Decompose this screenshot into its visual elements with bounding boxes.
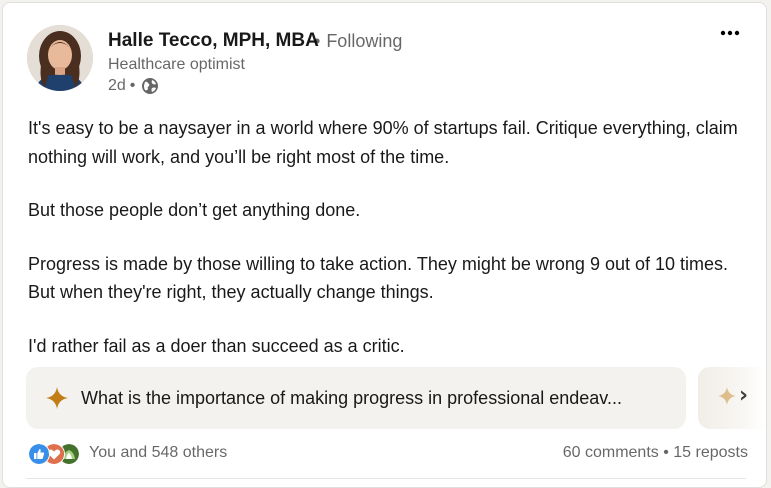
sparkle-icon — [718, 387, 736, 405]
post-more-options-button[interactable] — [716, 21, 744, 45]
globe-icon — [142, 78, 159, 94]
social-counts-bar: You and 548 others 60 comments • 15 repo… — [28, 440, 748, 468]
sparkle-icon — [46, 387, 68, 409]
engagement-counts: 60 comments • 15 reposts — [563, 444, 748, 462]
author-avatar[interactable] — [27, 25, 93, 91]
ellipsis-icon — [720, 30, 740, 36]
post-body: It's easy to be a naysayer in a world wh… — [28, 114, 743, 360]
feed-post-card: Halle Tecco, MPH, MBA • Following Healthc… — [2, 2, 767, 488]
follow-status[interactable]: • Following — [314, 31, 402, 52]
ai-prompt-text: What is the importance of making progres… — [81, 387, 622, 408]
post-paragraph: Progress is made by those willing to tak… — [28, 253, 729, 303]
author-headline: Healthcare optimist — [108, 56, 245, 73]
social-divider — [26, 478, 746, 479]
reposts-count-link[interactable]: 15 reposts — [673, 444, 748, 461]
ai-prompt-suggestion[interactable]: What is the importance of making progres… — [26, 367, 686, 429]
reaction-icons[interactable] — [28, 443, 88, 465]
reactions-count-link[interactable]: You and 548 others — [89, 444, 227, 462]
engagement-separator: • — [663, 444, 674, 461]
post-paragraph: I'd rather fail as a doer than succeed a… — [28, 335, 405, 356]
post-paragraph: But those people don’t get anything done… — [28, 200, 361, 220]
comments-count-link[interactable]: 60 comments — [563, 444, 659, 461]
post-paragraph: It's easy to be a naysayer in a world wh… — [28, 118, 738, 167]
follow-status-label: Following — [326, 31, 403, 51]
post-meta: 2d • — [108, 77, 159, 95]
like-icon — [28, 443, 50, 465]
chevron-right-icon[interactable]: › — [739, 383, 748, 408]
meta-separator: • — [129, 77, 136, 94]
author-photo — [27, 25, 93, 91]
author-name[interactable]: Halle Tecco, MPH, MBA — [108, 30, 319, 52]
post-timestamp: 2d — [108, 77, 126, 94]
